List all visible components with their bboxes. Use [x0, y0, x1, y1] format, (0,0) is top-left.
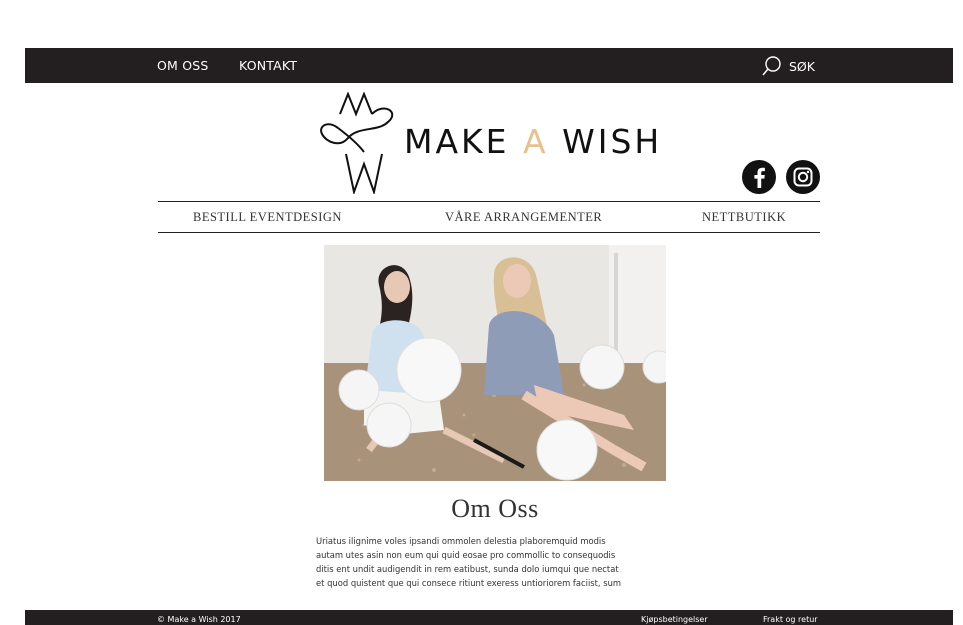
- footer: © Make a Wish 2017 Kjøpsbetingelser Frak…: [25, 610, 953, 625]
- paragraph-line: et quod quistent que qui consece ritiunt…: [316, 578, 622, 588]
- paragraph-line: ditis ent undit audigendit in rem eatibu…: [316, 564, 619, 574]
- search-label: SØK: [789, 58, 815, 74]
- logo-monogram-icon: [320, 92, 394, 194]
- about-paragraph: Uriatus ilignime voles ipsandi ommolen d…: [316, 534, 662, 590]
- logo-word-a: A: [523, 122, 549, 161]
- search-icon: [762, 56, 781, 76]
- paragraph-line: Uriatus ilignime voles ipsandi ommolen d…: [316, 536, 606, 546]
- logo-wordmark: MAKE A WISH: [404, 122, 662, 161]
- brand-logo[interactable]: MAKE A WISH: [318, 92, 663, 194]
- instagram-icon: [793, 167, 813, 187]
- page-title: Om Oss: [451, 494, 539, 523]
- paragraph-line: autam utes asin non eum qui quid eosae p…: [316, 550, 616, 560]
- top-bar: OM OSS KONTAKT SØK: [25, 48, 953, 83]
- main-nav: BESTILL EVENTDESIGN VÅRE ARRANGEMENTER N…: [158, 202, 820, 232]
- nav-item-vare-arrangementer[interactable]: VÅRE ARRANGEMENTER: [445, 210, 602, 225]
- hero-photo: [324, 245, 666, 481]
- logo-word-make: MAKE: [404, 122, 510, 161]
- footer-link-kjopsbetingelser[interactable]: Kjøpsbetingelser: [641, 615, 708, 624]
- search-button[interactable]: SØK: [762, 55, 815, 77]
- nav-item-nettbutikk[interactable]: NETTBUTIKK: [702, 210, 786, 225]
- logo-word-wish: WISH: [562, 122, 663, 161]
- nav-link-om-oss[interactable]: OM OSS: [157, 58, 209, 73]
- facebook-icon: [754, 167, 765, 188]
- instagram-button[interactable]: [786, 160, 820, 194]
- facebook-button[interactable]: [742, 160, 776, 194]
- nav-link-kontakt[interactable]: KONTAKT: [239, 58, 297, 73]
- nav-bottom-divider: [158, 232, 820, 233]
- footer-link-frakt-og-retur[interactable]: Frakt og retur: [763, 615, 818, 624]
- footer-copyright: © Make a Wish 2017: [157, 615, 241, 624]
- nav-item-bestill-eventdesign[interactable]: BESTILL EVENTDESIGN: [193, 210, 342, 225]
